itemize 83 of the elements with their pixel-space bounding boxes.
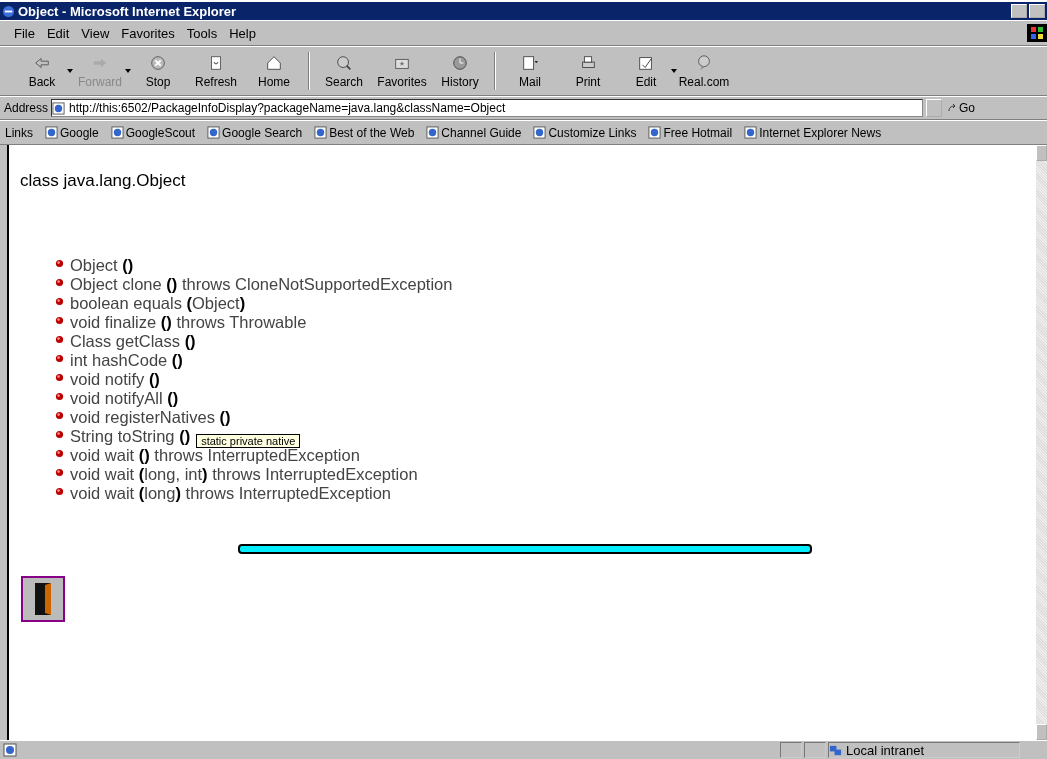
- menu-item[interactable]: Favorites: [117, 24, 179, 42]
- link-button[interactable]: Google Search: [207, 125, 303, 140]
- bullet-icon: [55, 392, 64, 401]
- window-title: Object - Microsoft Internet Explorer: [18, 3, 237, 19]
- bullet-icon: [55, 259, 64, 268]
- caret-icon[interactable]: [670, 66, 678, 75]
- toolbar-button[interactable]: Print: [560, 53, 616, 89]
- mail-icon: [521, 53, 539, 72]
- toolbar-button[interactable]: Mail: [502, 53, 558, 89]
- method-signature: int hashCode (): [70, 351, 183, 370]
- menu-item[interactable]: Help: [225, 24, 260, 42]
- link-button[interactable]: GoogleScout: [110, 125, 196, 140]
- stop-icon: [149, 53, 167, 72]
- toolbar-button[interactable]: Real.com: [676, 53, 732, 89]
- bullet-icon: [55, 354, 64, 363]
- method-signature: void notifyAll (): [70, 389, 179, 408]
- toolbar-button[interactable]: Stop: [130, 53, 186, 89]
- address-field[interactable]: http://this:6502/PackageInfoDisplay?packageName=java.lang&className=Object: [51, 99, 924, 117]
- arrow-icon: [947, 103, 958, 113]
- bullet-icon: [55, 430, 64, 439]
- speech-bubble-icon: [695, 53, 713, 72]
- method-signature: Class getClass (): [70, 332, 196, 351]
- link-button[interactable]: Free Hotmail: [648, 125, 733, 140]
- home-icon: [265, 53, 283, 72]
- page-icon: [207, 126, 221, 139]
- link-button[interactable]: Customize Links: [533, 125, 637, 140]
- page-icon: [426, 126, 440, 139]
- method-signature: boolean equals (Object): [70, 294, 246, 313]
- method-signature: String toString (): [70, 427, 191, 446]
- method-signature: void registerNatives (): [70, 408, 231, 427]
- page-icon: [52, 101, 66, 115]
- page-icon: [533, 126, 547, 139]
- method-signature: void wait (long) throws InterruptedException: [70, 484, 391, 503]
- page-heading: class java.lang.Object: [20, 171, 187, 191]
- menu-item[interactable]: Edit: [42, 24, 74, 42]
- clock-icon: [451, 53, 469, 72]
- page-icon: [314, 126, 328, 139]
- scrollbar[interactable]: [1036, 145, 1047, 740]
- toolbar-button[interactable]: History: [432, 53, 488, 89]
- method-signature: void notify (): [70, 370, 160, 389]
- link-button[interactable]: Best of the Web: [314, 125, 415, 140]
- zone-text: Local intranet: [846, 742, 925, 758]
- menu-item[interactable]: File: [10, 24, 39, 42]
- bullet-icon: [55, 297, 64, 306]
- network-icon: [829, 743, 842, 757]
- caret-icon[interactable]: [66, 66, 74, 75]
- method-signature: void wait (long, int) throws InterruptedException: [70, 465, 418, 484]
- browser-icon: [2, 4, 15, 18]
- menu-item[interactable]: Tools: [182, 24, 222, 42]
- method-signature: void finalize () throws Throwable: [70, 313, 307, 332]
- method-signature: void wait () throws InterruptedException: [70, 446, 360, 465]
- links-label: Links: [5, 125, 33, 140]
- toolbar-button[interactable]: Back: [14, 53, 70, 89]
- bullet-icon: [55, 487, 64, 496]
- page-icon: [110, 126, 124, 139]
- method-signature: Object (): [70, 256, 134, 275]
- page-icon: [45, 126, 58, 139]
- bullet-icon: [55, 411, 64, 420]
- bullet-icon: [55, 468, 64, 477]
- page-icon: [648, 126, 662, 139]
- bullet-icon: [55, 449, 64, 458]
- link-button[interactable]: Channel Guide: [426, 125, 522, 140]
- toolbar-button[interactable]: Home: [246, 53, 302, 89]
- link-button[interactable]: Google: [45, 125, 99, 140]
- page-icon: [3, 743, 17, 757]
- bullet-icon: [55, 335, 64, 344]
- toolbar-button[interactable]: Search: [316, 53, 372, 89]
- tooltip: static private native: [196, 433, 301, 448]
- bullet-icon: [55, 373, 64, 382]
- search-icon: [335, 53, 353, 72]
- bullet-icon: [55, 316, 64, 325]
- address-label: Address: [4, 101, 49, 115]
- door-icon[interactable]: [21, 576, 65, 622]
- go-button[interactable]: Go: [945, 101, 978, 115]
- toolbar-button[interactable]: Favorites: [374, 53, 430, 89]
- method-signature: Object clone () throws CloneNotSupportedException: [70, 275, 453, 294]
- toolbar-button[interactable]: Edit: [618, 53, 674, 89]
- menu-item[interactable]: View: [77, 24, 114, 42]
- page-icon: [744, 126, 758, 139]
- windows-logo-icon: [1027, 24, 1047, 42]
- toolbar-button[interactable]: Refresh: [188, 53, 244, 89]
- link-button[interactable]: Internet Explorer News: [744, 125, 882, 140]
- bullet-icon: [55, 278, 64, 287]
